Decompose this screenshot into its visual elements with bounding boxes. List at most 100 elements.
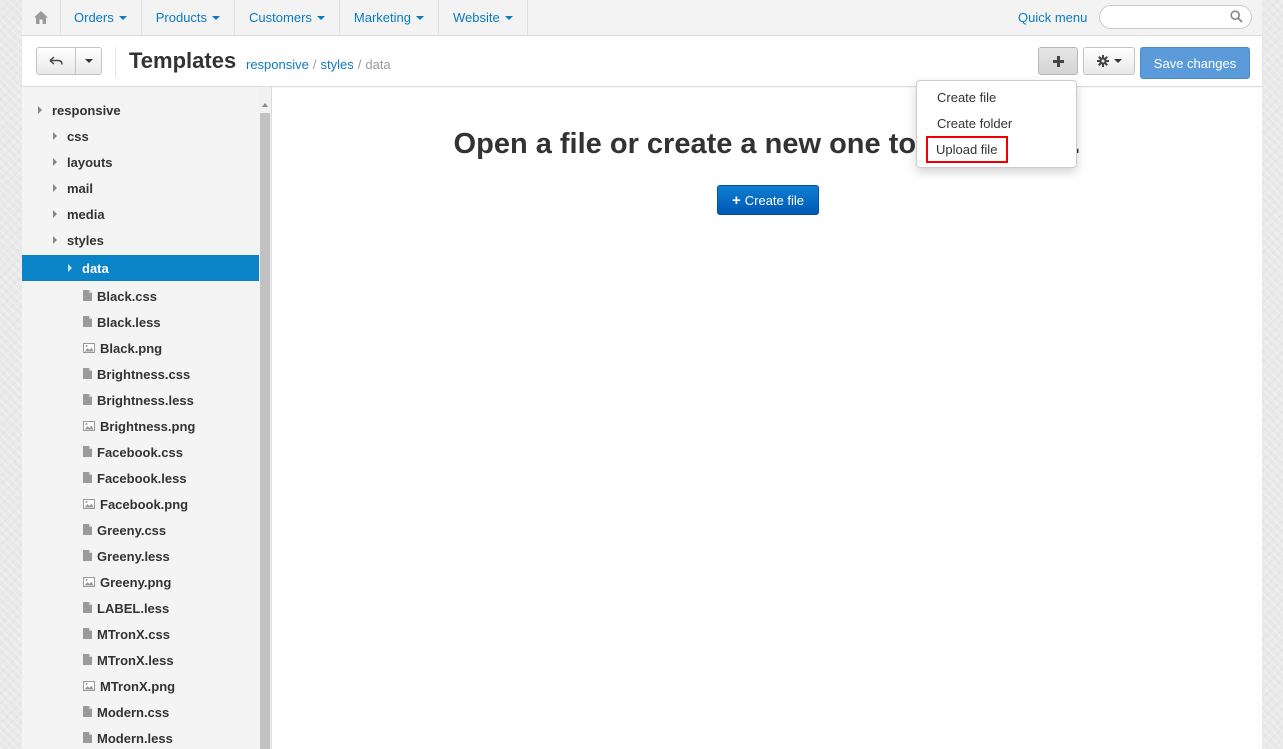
tree-file[interactable]: Facebook.png — [22, 491, 259, 517]
tree-item-label: MTronX.png — [100, 678, 176, 694]
breadcrumb-separator: / — [357, 57, 362, 72]
tree-item-label: MTronX.less — [97, 652, 174, 668]
back-arrow-icon — [49, 56, 63, 65]
tree-file[interactable]: Brightness.css — [22, 361, 259, 387]
tree-file[interactable]: MTronX.css — [22, 621, 259, 647]
search-icon[interactable] — [1230, 10, 1243, 23]
chevron-right-icon[interactable] — [53, 236, 57, 244]
nav-marketing-label: Marketing — [353, 10, 411, 25]
file-icon — [83, 445, 92, 460]
tree-item-label: LABEL.less — [97, 600, 170, 616]
tree-item-label: Modern.less — [97, 730, 173, 746]
tree-file[interactable]: Brightness.less — [22, 387, 259, 413]
page-title: Templates — [129, 48, 237, 73]
create-file-button[interactable]: + Create file — [717, 185, 819, 215]
empty-state-message: Open a file or create a new one to get s… — [453, 128, 1081, 160]
search-input[interactable] — [1110, 7, 1234, 29]
chevron-right-icon[interactable] — [53, 158, 57, 166]
tree-item-label: Greeny.less — [97, 548, 170, 564]
tree-folder[interactable]: media — [22, 201, 259, 227]
tree-file[interactable]: Black.png — [22, 335, 259, 361]
menu-item-create-folder[interactable]: Create folder — [917, 111, 1076, 137]
editor-area: Open a file or create a new one to get s… — [272, 88, 1262, 749]
chevron-right-icon[interactable] — [68, 264, 72, 272]
file-tree: responsive css layouts mail media styles data B… — [22, 97, 259, 749]
home-button[interactable] — [22, 0, 61, 35]
back-button[interactable] — [36, 47, 76, 75]
chevron-right-icon[interactable] — [53, 184, 57, 192]
tree-folder[interactable]: mail — [22, 175, 259, 201]
nav-products[interactable]: Products — [142, 0, 236, 35]
tree-file[interactable]: Greeny.css — [22, 517, 259, 543]
tree-file[interactable]: Greeny.png — [22, 569, 259, 595]
chevron-down-icon — [118, 16, 127, 20]
save-changes-button[interactable]: Save changes — [1140, 47, 1250, 79]
tree-file[interactable]: Brightness.png — [22, 413, 259, 439]
tree-file[interactable]: Black.css — [22, 283, 259, 309]
breadcrumb-link-styles[interactable]: styles — [321, 57, 354, 72]
nav-marketing[interactable]: Marketing — [340, 0, 439, 35]
image-file-icon — [83, 419, 95, 434]
image-file-icon — [83, 497, 95, 512]
tree-file[interactable]: Greeny.less — [22, 543, 259, 569]
menu-item-upload-file[interactable]: Upload file — [917, 136, 1076, 163]
tree-file[interactable]: MTronX.less — [22, 647, 259, 673]
chevron-down-icon — [316, 16, 325, 20]
sidebar-scrollbar[interactable] — [259, 87, 271, 749]
nav-orders-label: Orders — [74, 10, 114, 25]
tree-file[interactable]: Black.less — [22, 309, 259, 335]
tree-folder[interactable]: data — [22, 255, 259, 281]
chevron-right-icon[interactable] — [53, 132, 57, 140]
image-file-icon — [83, 679, 95, 694]
add-button[interactable] — [1038, 47, 1078, 75]
chevron-right-icon[interactable] — [38, 106, 42, 114]
home-icon — [34, 11, 48, 24]
menu-item-label: Create folder — [937, 116, 1013, 131]
create-file-label: Create file — [744, 192, 804, 208]
tree-file[interactable]: MTronX.png — [22, 673, 259, 699]
quick-menu-link[interactable]: Quick menu — [1018, 10, 1087, 25]
app-frame: Orders Products Customers Marketing Webs… — [22, 0, 1262, 749]
back-dropdown-toggle[interactable] — [76, 47, 102, 75]
tree-item-label: Black.css — [97, 288, 157, 304]
scroll-up-icon[interactable] — [262, 103, 268, 107]
tree-item-label: Facebook.css — [97, 444, 183, 460]
file-icon — [83, 523, 92, 538]
page-header: Templates responsive / styles / data Sav… — [22, 37, 1262, 87]
menu-item-create-file[interactable]: Create file — [917, 85, 1076, 111]
tree-folder[interactable]: layouts — [22, 149, 259, 175]
tree-file[interactable]: Modern.less — [22, 725, 259, 749]
tree-file[interactable]: LABEL.less — [22, 595, 259, 621]
tree-folder[interactable]: styles — [22, 227, 259, 253]
nav-customers[interactable]: Customers — [235, 0, 340, 35]
search-box — [1099, 5, 1252, 29]
chevron-down-icon — [84, 59, 93, 63]
nav-orders[interactable]: Orders — [60, 0, 142, 35]
plus-icon: + — [731, 191, 741, 209]
chevron-down-icon — [415, 16, 424, 20]
tree-file[interactable]: Modern.css — [22, 699, 259, 725]
file-icon — [83, 367, 92, 382]
file-icon — [83, 731, 92, 746]
image-file-icon — [83, 575, 95, 590]
tree-file[interactable]: Facebook.less — [22, 465, 259, 491]
file-icon — [83, 289, 92, 304]
breadcrumb-link-responsive[interactable]: responsive — [246, 57, 309, 72]
nav-website[interactable]: Website — [439, 0, 528, 35]
nav-customers-label: Customers — [249, 10, 312, 25]
tree-folder[interactable]: responsive — [22, 97, 259, 123]
settings-button[interactable] — [1083, 47, 1135, 75]
chevron-right-icon[interactable] — [53, 210, 57, 218]
file-icon — [83, 653, 92, 668]
tree-item-label: Black.png — [100, 340, 163, 356]
tree-item-label: Black.less — [97, 314, 161, 330]
tree-folder[interactable]: css — [22, 123, 259, 149]
tree-item-label: data — [82, 260, 109, 276]
tree-item-label: css — [67, 128, 89, 144]
breadcrumb-current: data — [365, 57, 391, 72]
scrollbar-thumb[interactable] — [260, 113, 270, 749]
top-nav: Orders Products Customers Marketing Webs… — [22, 0, 1262, 36]
tree-file[interactable]: Facebook.css — [22, 439, 259, 465]
nav-website-label: Website — [452, 10, 500, 25]
tree-item-label: MTronX.css — [97, 626, 170, 642]
